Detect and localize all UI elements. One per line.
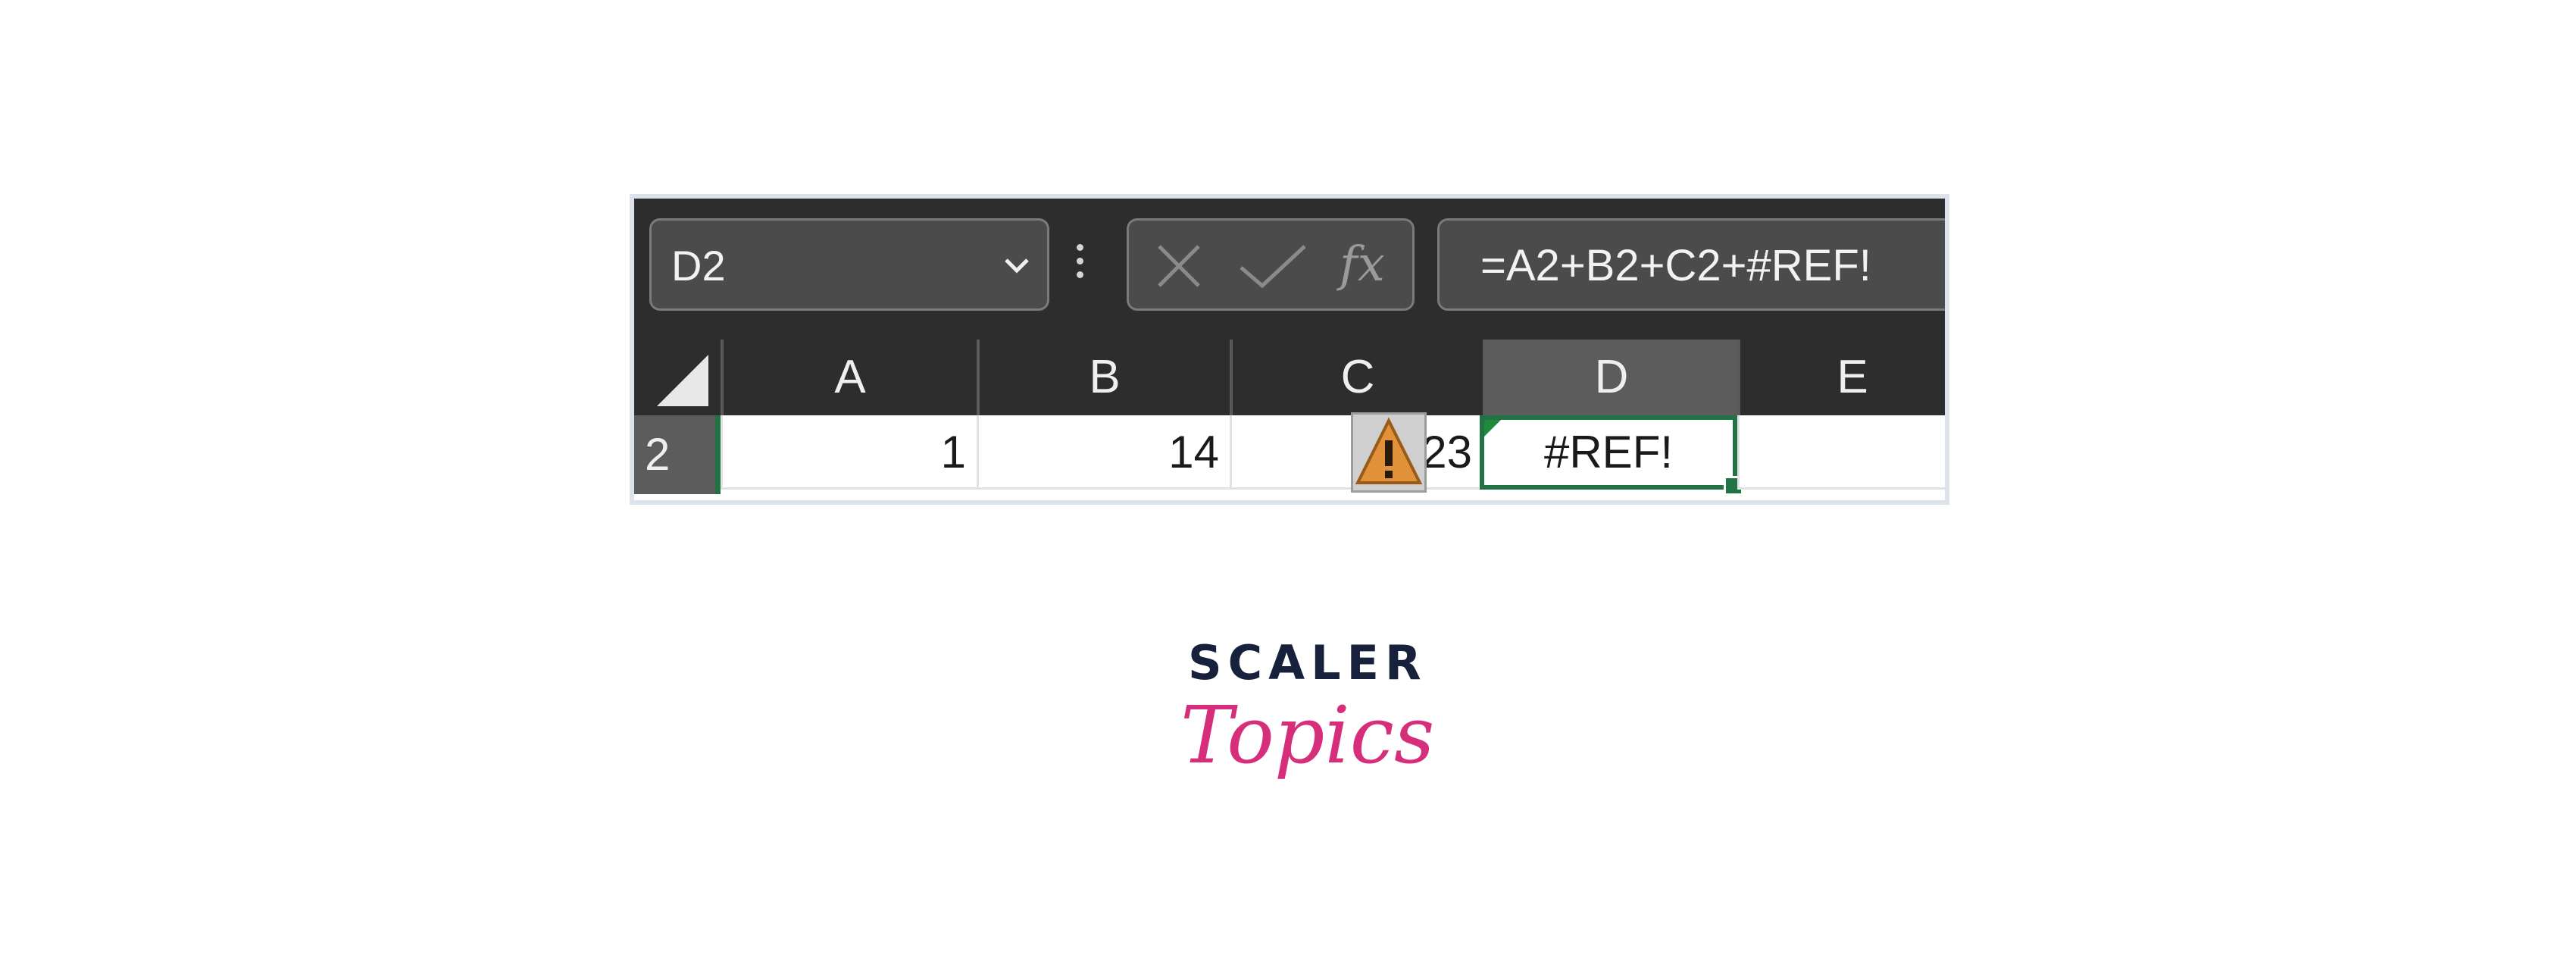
- insert-function-button[interactable]: fx: [1340, 234, 1385, 295]
- select-all-triangle-icon: [657, 355, 708, 406]
- row-header[interactable]: 2: [634, 415, 721, 499]
- cell-d2[interactable]: #REF!: [1480, 415, 1743, 496]
- chevron-down-icon[interactable]: [1002, 254, 1032, 277]
- formula-bar: D2 fx =A2+B2+C2+#REF!: [634, 199, 1945, 340]
- cell-b2[interactable]: 14: [977, 415, 1230, 490]
- column-header-b[interactable]: B: [977, 340, 1230, 415]
- cell-d2-value: #REF!: [1543, 427, 1674, 477]
- column-header-c[interactable]: C: [1230, 340, 1483, 415]
- cancel-icon[interactable]: [1149, 236, 1209, 296]
- excel-window: D2 fx =A2+B2+C2+#REF! A B C D E 2 1 14 2…: [630, 194, 1949, 505]
- name-box[interactable]: D2: [649, 218, 1049, 311]
- select-all-button[interactable]: [634, 340, 721, 415]
- error-check-button[interactable]: [1351, 412, 1427, 493]
- more-options-icon[interactable]: [1077, 244, 1083, 285]
- logo-scaler-text: SCALER: [1188, 635, 1427, 690]
- logo-topics-text: Topics: [1180, 689, 1435, 781]
- column-headers: A B C D E: [634, 340, 1945, 415]
- formula-text: =A2+B2+C2+#REF!: [1480, 241, 1871, 290]
- enter-icon[interactable]: [1235, 236, 1311, 296]
- warning-icon: [1355, 417, 1423, 484]
- next-row-edge: [634, 494, 1945, 500]
- name-box-value: D2: [671, 242, 726, 290]
- error-indicator: [1484, 420, 1501, 437]
- scaler-topics-logo: SCALER Topics: [1180, 635, 1435, 825]
- column-header-e[interactable]: E: [1737, 340, 1945, 415]
- column-header-d[interactable]: D: [1483, 340, 1737, 415]
- formula-input[interactable]: =A2+B2+C2+#REF!: [1437, 218, 1945, 311]
- formula-buttons: fx: [1127, 218, 1415, 311]
- cell-e2[interactable]: [1737, 415, 1945, 490]
- cell-a2[interactable]: 1: [721, 415, 977, 490]
- column-header-a[interactable]: A: [721, 340, 977, 415]
- table-row: 2 1 14 23 #REF!: [634, 412, 1945, 499]
